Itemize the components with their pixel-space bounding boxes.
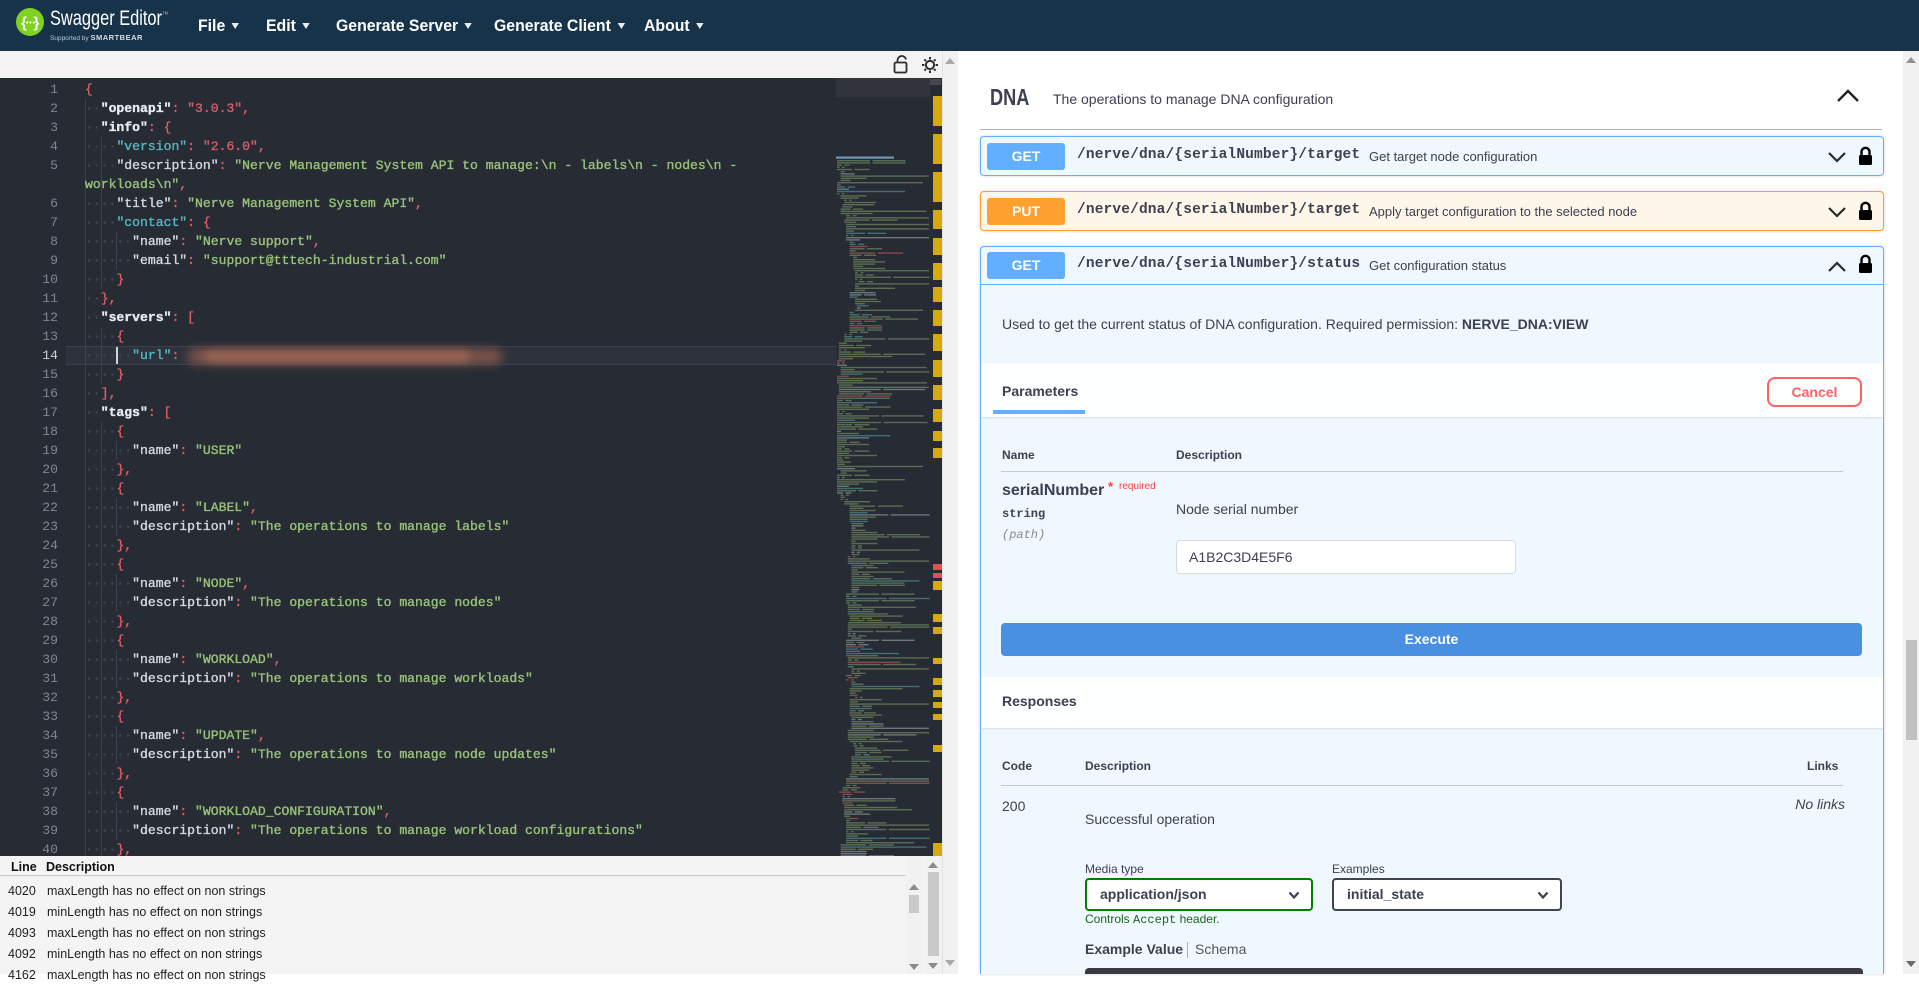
svg-text:{: { <box>21 15 27 32</box>
